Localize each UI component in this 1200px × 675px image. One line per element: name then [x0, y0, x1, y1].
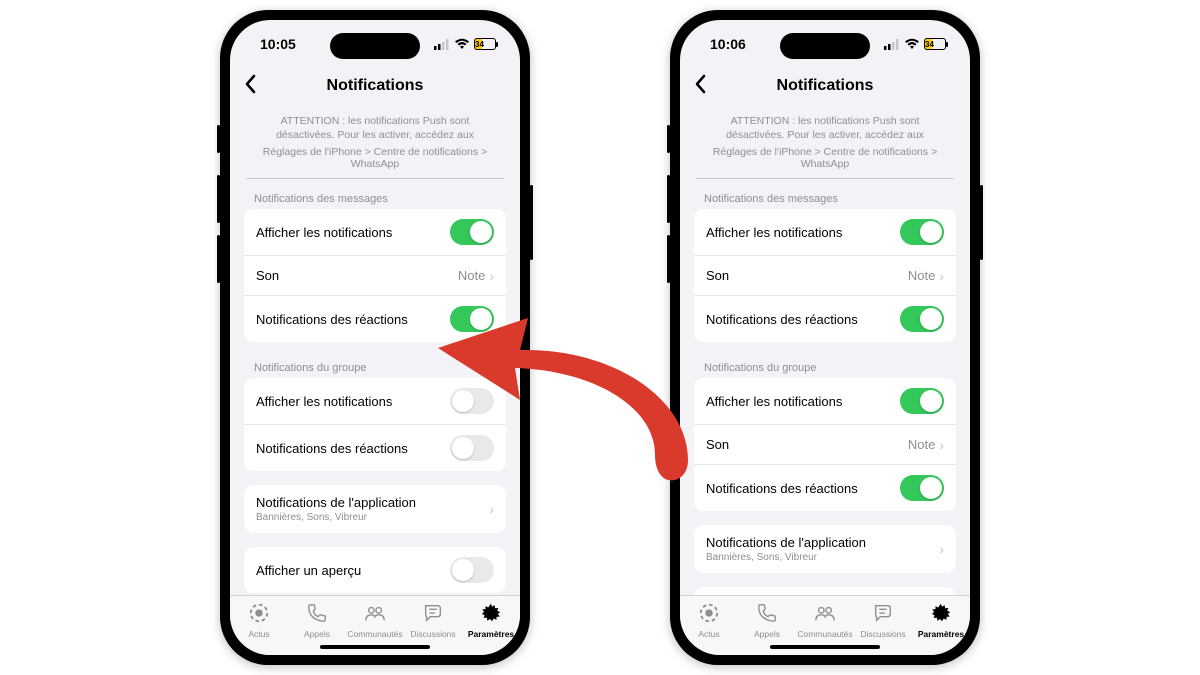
phone-right: 10:06 34 Notifications ATTENTION : les n…	[670, 10, 980, 665]
chevron-right-icon: ›	[489, 268, 494, 284]
toggle-msg-reactions[interactable]	[450, 306, 494, 332]
gear-icon	[930, 602, 952, 627]
tab-discussions[interactable]: Discussions	[854, 602, 912, 639]
toggle-grp-reactions[interactable]	[450, 435, 494, 461]
dynamic-island	[780, 33, 870, 59]
status-time: 10:05	[260, 36, 296, 52]
group-app-notifications: Notifications de l'application Bannières…	[694, 525, 956, 573]
group-group-notifs: Afficher les notifications Notifications…	[244, 378, 506, 471]
group-messages: Afficher les notifications Son Note › No…	[694, 209, 956, 342]
row-show-preview[interactable]: Afficher un aperçu	[694, 587, 956, 595]
chevron-right-icon: ›	[939, 437, 944, 453]
group-app-notifications: Notifications de l'application Bannières…	[244, 485, 506, 533]
power-button	[530, 185, 533, 260]
nav-header: Notifications	[680, 68, 970, 104]
chevron-right-icon: ›	[939, 268, 944, 284]
chats-icon	[422, 602, 444, 627]
tab-appels[interactable]: Appels	[288, 602, 346, 639]
tab-parametres[interactable]: Paramètres	[912, 602, 970, 639]
home-indicator	[770, 645, 880, 649]
toggle-grp-reactions[interactable]	[900, 475, 944, 501]
chevron-right-icon: ›	[939, 541, 944, 557]
dynamic-island	[330, 33, 420, 59]
battery-icon: 34	[924, 38, 946, 50]
row-grp-reactions[interactable]: Notifications des réactions	[694, 464, 956, 511]
row-msg-reactions[interactable]: Notifications des réactions	[244, 295, 506, 342]
signal-icon	[884, 39, 900, 50]
back-button[interactable]	[244, 74, 256, 100]
status-ring-icon	[698, 602, 720, 627]
power-button	[980, 185, 983, 260]
chevron-right-icon: ›	[489, 501, 494, 517]
page-title: Notifications	[777, 77, 874, 95]
toggle-grp-show[interactable]	[450, 388, 494, 414]
volume-up-button	[217, 175, 220, 223]
communities-icon	[814, 602, 836, 627]
push-disabled-warning: ATTENTION : les notifications Push sont …	[240, 108, 510, 146]
row-app-notifications[interactable]: Notifications de l'application Bannières…	[694, 525, 956, 573]
scroll-content[interactable]: ATTENTION : les notifications Push sont …	[230, 104, 520, 595]
tab-discussions[interactable]: Discussions	[404, 602, 462, 639]
toggle-msg-reactions[interactable]	[900, 306, 944, 332]
row-grp-show-notifications[interactable]: Afficher les notifications	[694, 378, 956, 424]
group-group-notifs: Afficher les notifications Son Note › No…	[694, 378, 956, 511]
communities-icon	[364, 602, 386, 627]
tab-actus[interactable]: Actus	[680, 602, 738, 639]
section-header-group: Notifications du groupe	[690, 356, 960, 378]
toggle-grp-show[interactable]	[900, 388, 944, 414]
chats-icon	[872, 602, 894, 627]
row-msg-sound[interactable]: Son Note ›	[694, 255, 956, 295]
mute-switch	[667, 125, 670, 153]
home-indicator	[320, 645, 430, 649]
tab-communautes[interactable]: Communautés	[796, 602, 854, 639]
push-disabled-path: Réglages de l'iPhone > Centre de notific…	[696, 146, 954, 179]
group-preview: Afficher un aperçu	[694, 587, 956, 595]
status-time: 10:06	[710, 36, 746, 52]
gear-icon	[480, 602, 502, 627]
group-messages: Afficher les notifications Son Note › No…	[244, 209, 506, 342]
tab-parametres[interactable]: Paramètres	[462, 602, 520, 639]
row-msg-reactions[interactable]: Notifications des réactions	[694, 295, 956, 342]
section-header-messages: Notifications des messages	[690, 187, 960, 209]
status-ring-icon	[248, 602, 270, 627]
section-header-messages: Notifications des messages	[240, 187, 510, 209]
row-msg-show-notifications[interactable]: Afficher les notifications	[694, 209, 956, 255]
row-app-notifications[interactable]: Notifications de l'application Bannières…	[244, 485, 506, 533]
row-grp-show-notifications[interactable]: Afficher les notifications	[244, 378, 506, 424]
phone-icon	[306, 602, 328, 627]
volume-down-button	[667, 235, 670, 283]
scroll-content[interactable]: ATTENTION : les notifications Push sont …	[680, 104, 970, 595]
toggle-preview[interactable]	[450, 557, 494, 583]
row-msg-sound[interactable]: Son Note ›	[244, 255, 506, 295]
tab-actus[interactable]: Actus	[230, 602, 288, 639]
section-header-group: Notifications du groupe	[240, 356, 510, 378]
battery-icon: 34	[474, 38, 496, 50]
row-msg-show-notifications[interactable]: Afficher les notifications	[244, 209, 506, 255]
volume-down-button	[217, 235, 220, 283]
push-disabled-path: Réglages de l'iPhone > Centre de notific…	[246, 146, 504, 179]
group-preview: Afficher un aperçu	[244, 547, 506, 593]
back-button[interactable]	[694, 74, 706, 100]
nav-header: Notifications	[230, 68, 520, 104]
row-grp-sound[interactable]: Son Note ›	[694, 424, 956, 464]
mute-switch	[217, 125, 220, 153]
signal-icon	[434, 39, 450, 50]
row-grp-reactions[interactable]: Notifications des réactions	[244, 424, 506, 471]
phone-icon	[756, 602, 778, 627]
tab-appels[interactable]: Appels	[738, 602, 796, 639]
page-title: Notifications	[327, 77, 424, 95]
push-disabled-warning: ATTENTION : les notifications Push sont …	[690, 108, 960, 146]
toggle-msg-show[interactable]	[900, 219, 944, 245]
wifi-icon	[454, 38, 470, 50]
toggle-msg-show[interactable]	[450, 219, 494, 245]
volume-up-button	[667, 175, 670, 223]
phone-left: 10:05 34 Notifications ATTENTION : les n…	[220, 10, 530, 665]
tab-communautes[interactable]: Communautés	[346, 602, 404, 639]
row-show-preview[interactable]: Afficher un aperçu	[244, 547, 506, 593]
wifi-icon	[904, 38, 920, 50]
